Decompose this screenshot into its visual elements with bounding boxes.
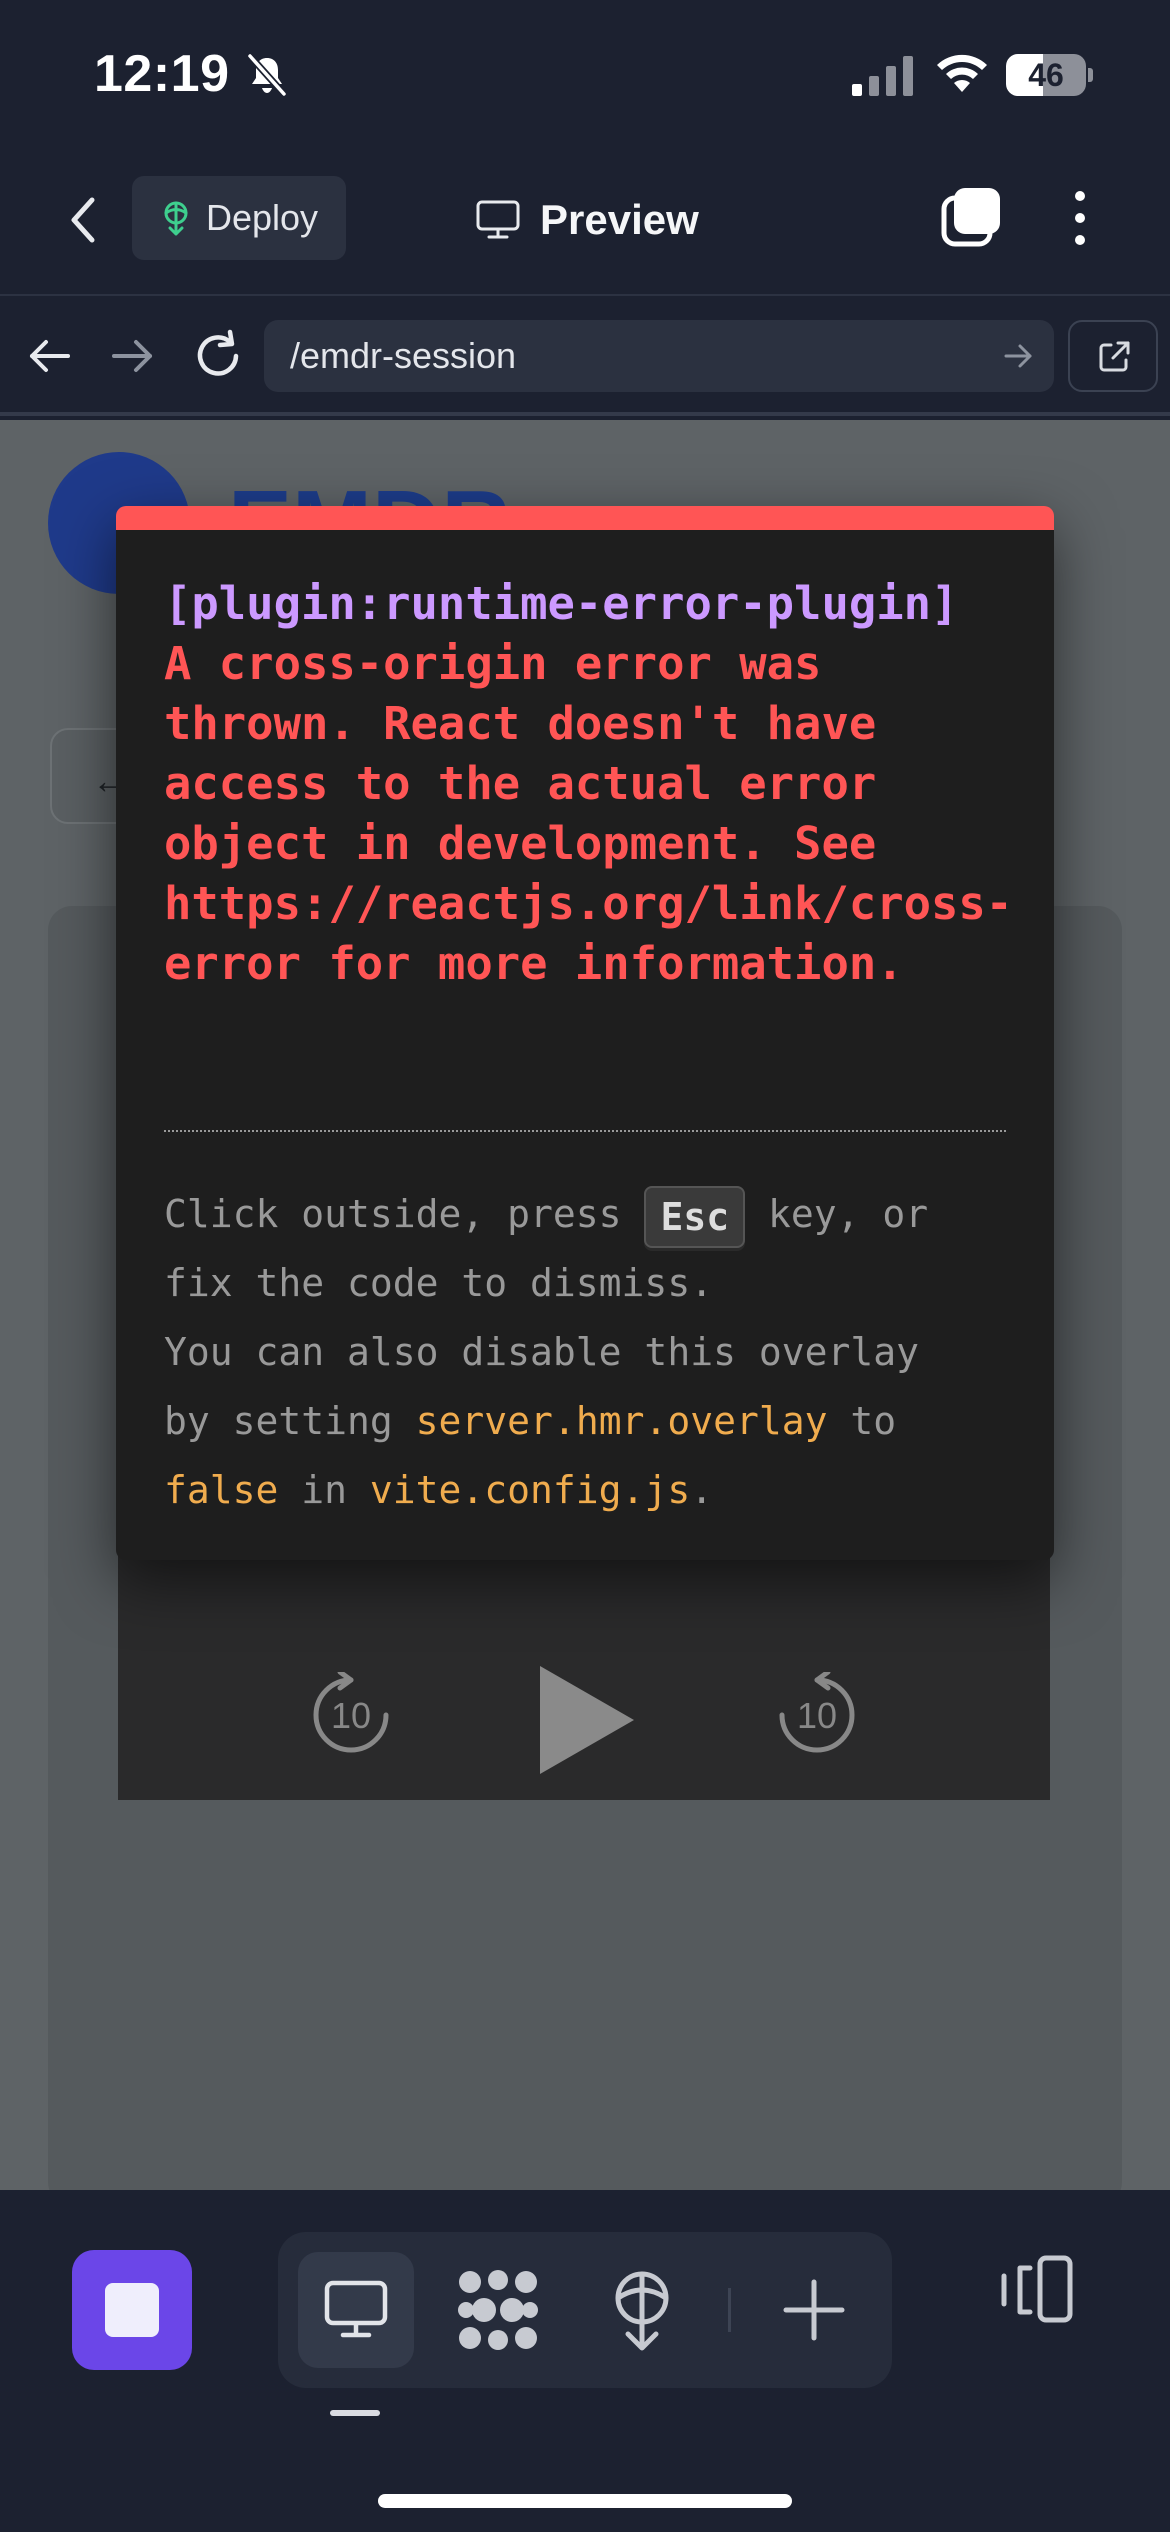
tip-text: to xyxy=(827,1399,897,1443)
status-time: 12:19 xyxy=(94,45,230,103)
tip-text: . xyxy=(690,1468,714,1512)
home-indicator[interactable] xyxy=(378,2494,792,2508)
active-tab-indicator xyxy=(330,2410,380,2416)
wifi-icon xyxy=(937,54,987,92)
bottom-toolbar xyxy=(0,2190,1170,2532)
forward-10-icon: 10 xyxy=(779,1672,855,1753)
error-line: A cross-origin error was xyxy=(164,637,822,690)
error-divider xyxy=(164,1130,1006,1132)
browser-bar: /emdr-session xyxy=(0,298,1170,416)
url-input[interactable]: /emdr-session xyxy=(264,320,1054,392)
rewind-10-icon: 10 xyxy=(313,1672,389,1753)
graph-icon[interactable] xyxy=(456,2268,540,2352)
monitor-icon xyxy=(476,200,520,239)
tool-group xyxy=(278,2232,892,2388)
status-bar: 12:19 46 xyxy=(0,0,1170,150)
go-arrow-icon[interactable] xyxy=(1002,340,1034,372)
battery-level: 46 xyxy=(1028,57,1064,93)
tip-code: vite.config.js xyxy=(369,1468,691,1512)
url-text: /emdr-session xyxy=(290,335,517,376)
panel-toggle-icon[interactable] xyxy=(996,2248,1076,2328)
back-chevron-icon[interactable] xyxy=(54,190,114,250)
esc-key: Esc xyxy=(644,1185,746,1248)
battery-indicator: 46 xyxy=(1006,54,1093,96)
bell-muted-icon xyxy=(247,53,287,97)
tip-text: fix the code to dismiss. xyxy=(164,1261,714,1305)
error-overlay[interactable]: [plugin:runtime-error-plugin] A cross-or… xyxy=(116,506,1054,1560)
svg-text:10: 10 xyxy=(331,1695,371,1736)
battery-body: 46 xyxy=(1006,54,1086,96)
preview-tool-button[interactable] xyxy=(298,2252,414,2368)
arrow-right-icon[interactable] xyxy=(106,330,158,382)
tip-text: in xyxy=(278,1468,370,1512)
stop-icon xyxy=(105,2283,159,2337)
more-vertical-icon[interactable] xyxy=(1060,186,1100,250)
arrow-left-icon[interactable] xyxy=(24,330,76,382)
tip-text: You can also disable this overlay xyxy=(164,1330,919,1374)
stop-button[interactable] xyxy=(72,2250,192,2370)
play-icon xyxy=(540,1666,634,1774)
svg-text:10: 10 xyxy=(797,1695,837,1736)
tip-code: server.hmr.overlay xyxy=(415,1399,828,1443)
error-line: access to the actual error xyxy=(164,757,877,810)
deploy-tool-icon[interactable] xyxy=(600,2268,684,2352)
tip-text: Click outside, press xyxy=(164,1192,645,1236)
cellular-signal-icon xyxy=(852,56,913,96)
app-header: Deploy Preview xyxy=(0,150,1170,296)
add-icon[interactable] xyxy=(778,2274,850,2346)
open-external-button[interactable] xyxy=(1068,320,1158,392)
error-line: thrown. React doesn't have xyxy=(164,697,877,750)
error-plugin: [plugin:runtime-error-plugin] xyxy=(164,577,959,630)
tip-code: false xyxy=(164,1468,279,1512)
deploy-label: Deploy xyxy=(206,197,319,238)
tool-separator xyxy=(728,2288,731,2332)
preview-label: Preview xyxy=(540,196,699,243)
external-link-icon xyxy=(1099,341,1130,372)
error-line: error for more information. xyxy=(164,937,904,990)
reload-icon[interactable] xyxy=(190,328,246,384)
error-line: https://reactjs.org/link/cross-origin- xyxy=(164,877,1006,930)
deploy-icon xyxy=(164,201,188,236)
error-line: object in development. See xyxy=(164,817,877,870)
monitor-icon xyxy=(324,2280,388,2338)
tip-text: key, or xyxy=(745,1192,929,1236)
tip-text: by setting xyxy=(164,1399,416,1443)
tabs-icon[interactable] xyxy=(940,186,1004,250)
battery-cap xyxy=(1088,68,1093,82)
error-message: [plugin:runtime-error-plugin] A cross-or… xyxy=(164,574,1006,994)
deploy-button[interactable]: Deploy xyxy=(132,176,346,260)
error-tip: Click outside, press Esc key, or fix the … xyxy=(164,1180,1024,1525)
